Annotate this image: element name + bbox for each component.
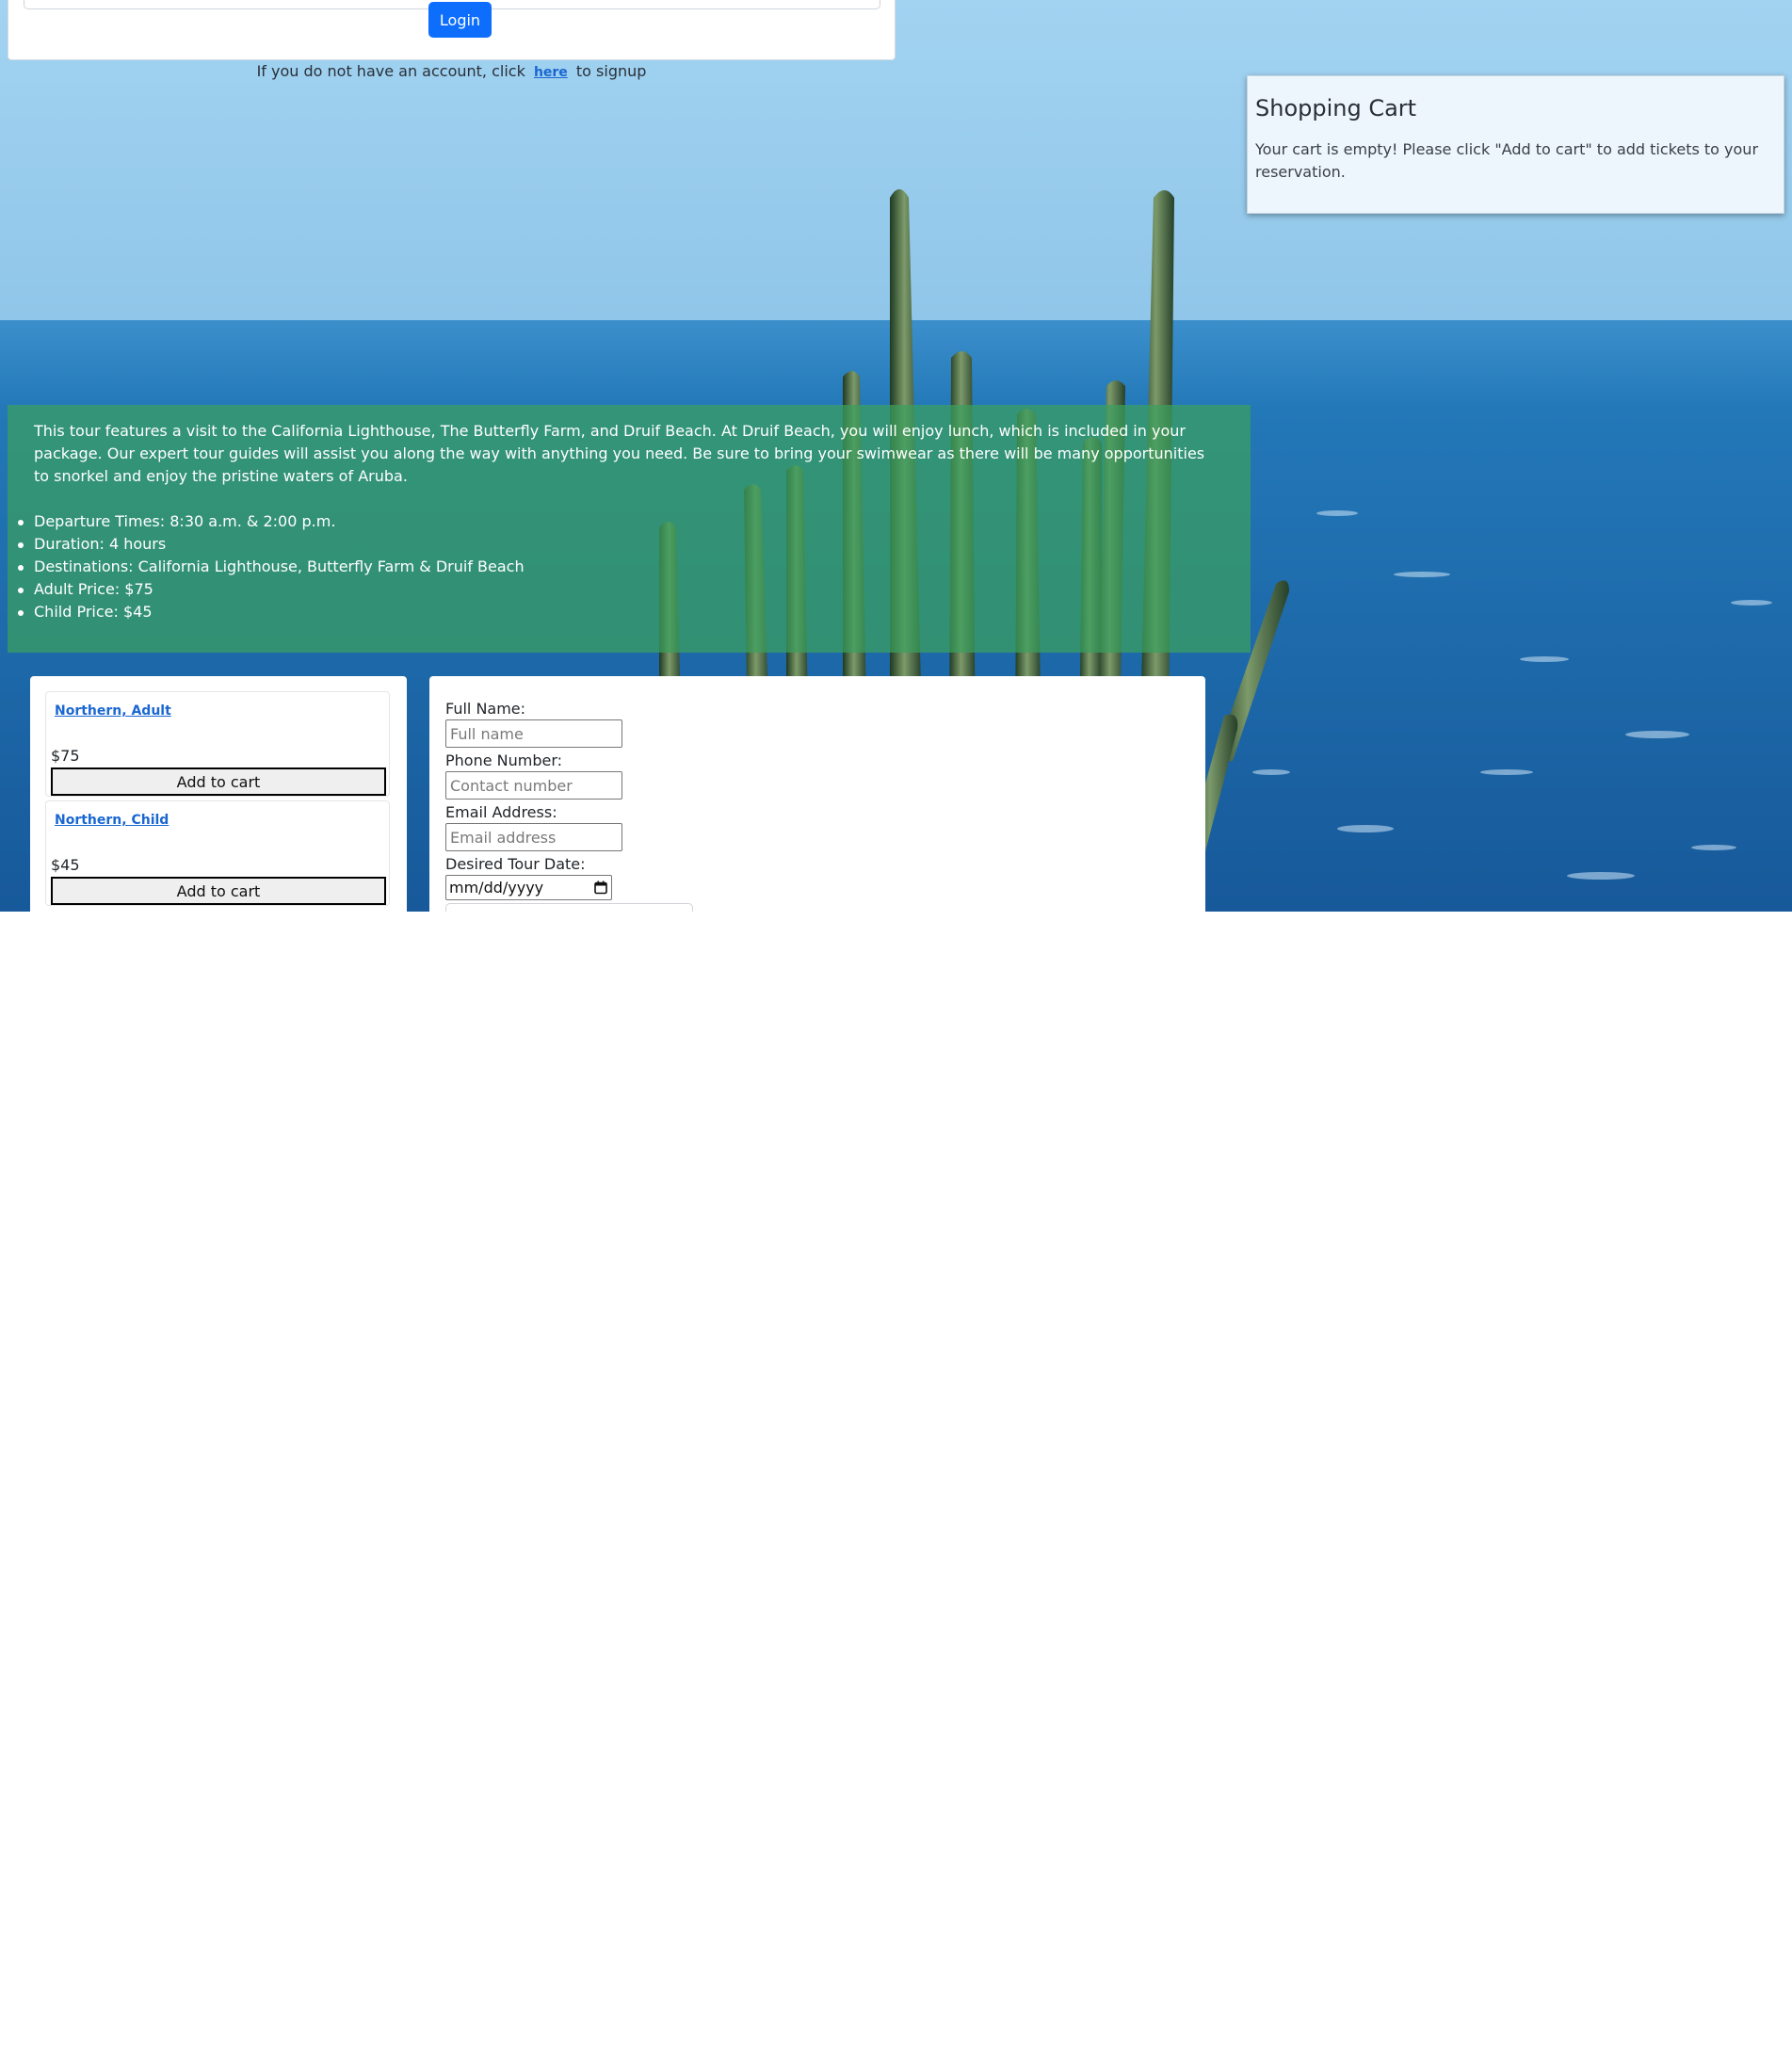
detail-destinations: Destinations: California Lighthouse, But… (18, 556, 1205, 578)
login-button[interactable]: Login (428, 2, 492, 38)
tour-details-list: Departure Times: 8:30 a.m. & 2:00 p.m. D… (18, 510, 1205, 623)
cart-empty-message: Your cart is empty! Please click "Add to… (1255, 140, 1759, 181)
product-price: $45 (51, 856, 80, 874)
add-to-cart-button[interactable]: Add to cart (51, 877, 386, 905)
tour-description: This tour features a visit to the Califo… (34, 422, 1205, 485)
page-blank-area (0, 912, 1792, 2068)
tour-description-panel: This tour features a visit to the Califo… (8, 405, 1251, 653)
detail-departure-times: Departure Times: 8:30 a.m. & 2:00 p.m. (18, 510, 1205, 533)
signup-suffix-text: to signup (575, 62, 647, 80)
reservation-form: Full Name: Phone Number: Email Address: … (429, 676, 1205, 921)
signup-link[interactable]: here (534, 65, 568, 80)
login-card: Login (8, 0, 896, 60)
product-name-link[interactable]: Northern, Child (55, 813, 169, 828)
cart-title: Shopping Cart (1255, 95, 1417, 121)
detail-adult-price: Adult Price: $75 (18, 578, 1205, 601)
signup-prefix-text: If you do not have an account, click (256, 62, 525, 80)
phone-number-input[interactable] (445, 771, 622, 800)
email-address-label: Email Address: (445, 803, 557, 821)
tour-date-label: Desired Tour Date: (445, 855, 586, 873)
product-price: $75 (51, 747, 80, 765)
tour-date-value: mm/dd/yyyy (449, 879, 544, 897)
signup-prompt: If you do not have an account, click her… (0, 62, 903, 80)
shopping-cart-panel: Shopping Cart Your cart is empty! Please… (1247, 75, 1784, 214)
detail-duration: Duration: 4 hours (18, 533, 1205, 556)
add-to-cart-button[interactable]: Add to cart (51, 767, 386, 796)
tour-date-input[interactable]: mm/dd/yyyy (445, 875, 612, 900)
product-card: Northern, Adult $75 Add to cart (45, 691, 390, 797)
email-address-input[interactable] (445, 823, 622, 851)
full-name-label: Full Name: (445, 700, 526, 718)
product-list: Northern, Adult $75 Add to cart Northern… (30, 676, 407, 921)
product-card: Northern, Child $45 Add to cart (45, 800, 390, 906)
detail-child-price: Child Price: $45 (18, 601, 1205, 623)
calendar-icon[interactable] (594, 881, 607, 895)
full-name-input[interactable] (445, 719, 622, 748)
phone-number-label: Phone Number: (445, 751, 563, 769)
product-name-link[interactable]: Northern, Adult (55, 703, 171, 719)
